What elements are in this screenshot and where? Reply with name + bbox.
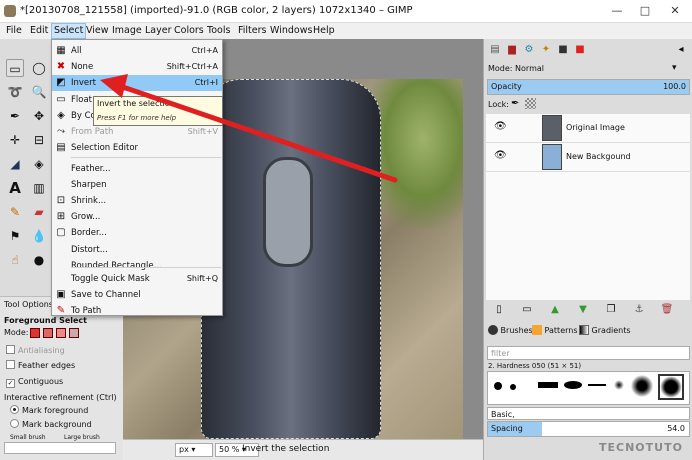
annotation-arrow bbox=[100, 74, 398, 183]
